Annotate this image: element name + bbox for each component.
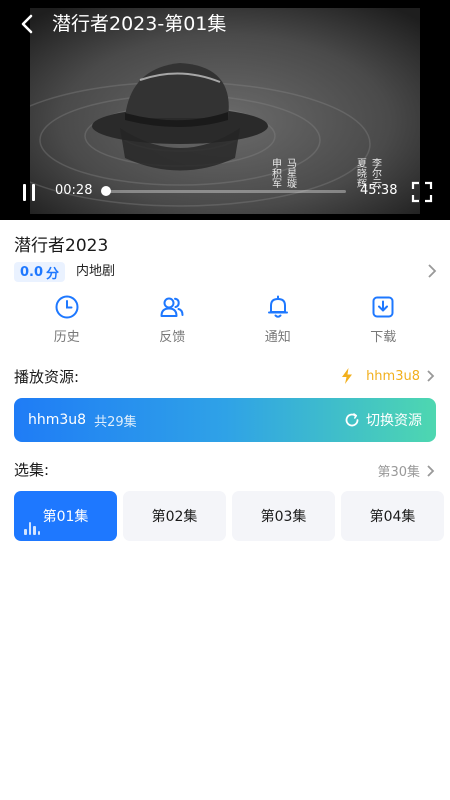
history-button[interactable]: 历史	[14, 294, 120, 354]
notification-label: 通知	[264, 330, 291, 345]
source-heading: 播放资源:	[14, 368, 80, 386]
pause-icon	[23, 183, 26, 201]
show-title: 潜行者2023	[14, 236, 109, 256]
video-title: 潜行者2023-第01集	[52, 13, 227, 35]
episode-item-01[interactable]: 第01集	[14, 491, 117, 541]
source-selected: hhm3u8	[366, 368, 420, 384]
switch-source-label: 切换资源	[366, 413, 422, 429]
source-current-name: hhm3u8	[28, 412, 87, 428]
users-icon	[160, 297, 184, 317]
credit-text: 马星璇	[285, 158, 297, 189]
rating-value: 0.0	[20, 264, 44, 280]
clock-icon	[55, 295, 79, 319]
fullscreen-button[interactable]	[410, 180, 434, 204]
download-icon	[372, 296, 394, 318]
feedback-label: 反馈	[159, 330, 186, 345]
notification-button[interactable]: 通知	[225, 294, 331, 354]
credit-text: 申积军	[270, 157, 282, 189]
source-selector[interactable]: hhm3u8	[340, 367, 436, 385]
chevron-right-icon[interactable]	[426, 263, 438, 279]
download-label: 下载	[370, 330, 397, 345]
episode-item-03[interactable]: 第03集	[232, 491, 335, 541]
playing-bars-icon	[24, 521, 40, 535]
episode-label: 第03集	[260, 509, 307, 525]
genre-label: 内地剧	[76, 264, 116, 279]
rating-badge: 0.0 分	[14, 262, 66, 282]
latest-episode: 第30集	[377, 465, 420, 480]
lightning-icon	[342, 368, 353, 384]
back-button[interactable]	[14, 10, 40, 38]
fullscreen-icon	[411, 181, 433, 203]
source-bar[interactable]: hhm3u8 共29集 切换资源	[14, 398, 436, 442]
episode-label: 第04集	[369, 509, 416, 525]
history-label: 历史	[53, 330, 80, 345]
bell-icon	[267, 295, 288, 318]
episode-item-04[interactable]: 第04集	[341, 491, 444, 541]
download-button[interactable]: 下载	[331, 294, 437, 354]
episode-count: 共29集	[94, 414, 137, 430]
chevron-right-icon	[427, 370, 435, 382]
episode-label: 第02集	[151, 509, 198, 525]
rating-unit: 分	[46, 266, 60, 282]
all-episodes-link[interactable]: 第30集	[377, 461, 436, 480]
feedback-button[interactable]: 反馈	[120, 294, 226, 354]
episode-list: 第01集 第02集 第03集 第04集	[14, 491, 450, 543]
episode-label: 第01集	[42, 509, 89, 525]
pause-button[interactable]	[18, 180, 40, 204]
progress-slider[interactable]	[101, 186, 346, 196]
chevron-right-icon	[427, 464, 435, 477]
back-arrow-icon	[21, 14, 33, 34]
switch-source-button[interactable]: 切换资源	[344, 410, 422, 430]
episode-item-02[interactable]: 第02集	[123, 491, 226, 541]
refresh-icon	[345, 413, 359, 427]
video-player[interactable]: 李尔云 夏晓辉 马星璇 申积军 潜行者2023-第01集 00:28 45:38	[0, 0, 450, 220]
total-time: 45:38	[360, 183, 398, 198]
current-time: 00:28	[55, 183, 93, 198]
episodes-heading: 选集:	[14, 461, 50, 479]
action-bar: 历史 反馈 通知 下载	[14, 294, 436, 354]
